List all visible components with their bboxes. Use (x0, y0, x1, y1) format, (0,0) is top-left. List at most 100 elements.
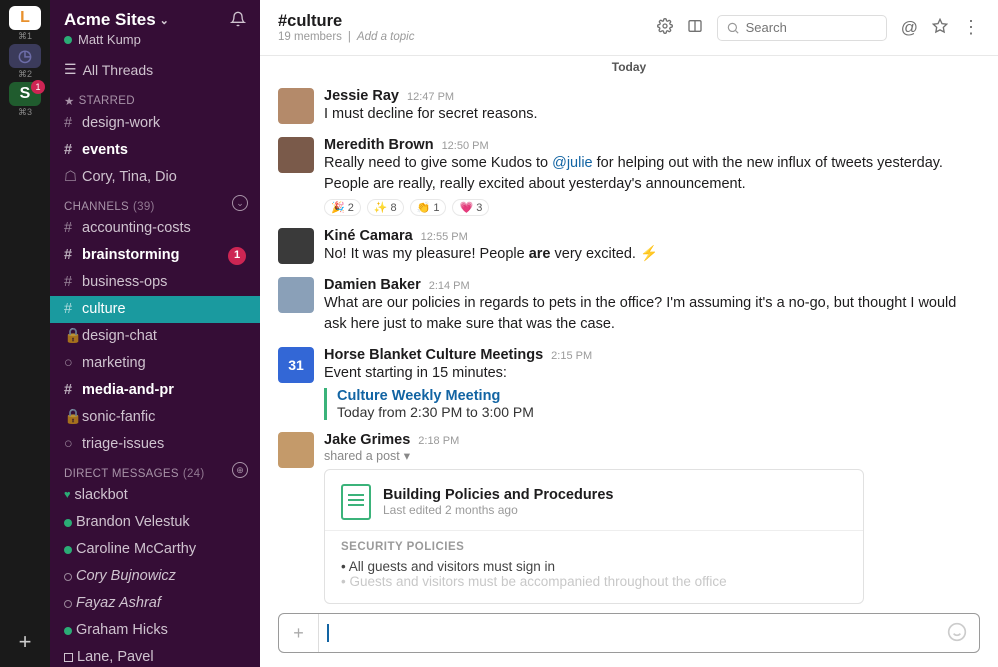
reactions: 🎉2 ✨8 👏1 💗3 (324, 199, 980, 216)
dm-item[interactable]: Graham Hicks (50, 617, 260, 644)
presence-indicator (64, 627, 72, 635)
channel-prefix-icon: # (64, 380, 78, 401)
message[interactable]: Meredith Brown12:50 PMReally need to giv… (278, 131, 980, 222)
starred-item[interactable]: #design-work (50, 110, 260, 137)
dm-item[interactable]: Caroline McCarthy (50, 536, 260, 563)
channel-item[interactable]: #culture (50, 296, 260, 323)
dm-item[interactable]: Fayaz Ashraf (50, 590, 260, 617)
add-topic[interactable]: Add a topic (357, 31, 415, 43)
timestamp: 2:18 PM (418, 435, 459, 447)
search-input[interactable] (746, 20, 878, 35)
reaction[interactable]: ✨8 (367, 199, 404, 216)
text-cursor (327, 624, 329, 642)
workspace-tile[interactable]: ◷⌘2 (7, 44, 43, 80)
starred-item[interactable]: ☖Cory, Tina, Dio (50, 164, 260, 191)
starred-item[interactable]: #events (50, 137, 260, 164)
message-text: I must decline for secret reasons. (324, 104, 980, 125)
calendar-icon: 31 (278, 347, 314, 383)
star-icon[interactable] (932, 18, 948, 37)
author-name[interactable]: Meredith Brown (324, 137, 434, 153)
message-list: Jessie Ray12:47 PMI must decline for sec… (260, 78, 998, 605)
post-attachment[interactable]: Building Policies and Procedures Last ed… (324, 469, 864, 604)
author-name[interactable]: Jake Grimes (324, 432, 410, 448)
message-composer[interactable]: + (278, 613, 980, 653)
workspace-tile[interactable]: S⌘31 (7, 82, 43, 118)
search-box[interactable] (717, 15, 887, 41)
attach-button[interactable]: + (279, 614, 319, 652)
event-attachment[interactable]: Culture Weekly Meeting Today from 2:30 P… (324, 388, 980, 420)
author-name[interactable]: Damien Baker (324, 277, 421, 293)
reaction[interactable]: 🎉2 (324, 199, 361, 216)
event-title: Culture Weekly Meeting (337, 388, 980, 404)
channel-prefix-icon: # (64, 113, 78, 134)
reaction[interactable]: 💗3 (452, 199, 489, 216)
channel-header: #culture 19 members | Add a topic @ ⋮ (260, 0, 998, 56)
mentions-icon[interactable]: @ (901, 18, 918, 38)
channel-item[interactable]: #business-ops (50, 269, 260, 296)
dm-item[interactable]: Lane, Pavel (50, 644, 260, 667)
add-workspace-button[interactable]: + (19, 629, 32, 655)
message[interactable]: Damien Baker2:14 PMWhat are our policies… (278, 271, 980, 341)
main-panel: #culture 19 members | Add a topic @ ⋮ To… (260, 0, 998, 667)
post-edited: Last edited 2 months ago (383, 503, 613, 517)
toggle-pane-icon[interactable] (687, 18, 703, 37)
avatar[interactable] (278, 432, 314, 468)
message-text: Really need to give some Kudos to @julie… (324, 153, 980, 195)
channel-item[interactable]: 🔒sonic-fanfic (50, 404, 260, 431)
message-text: What are our policies in regards to pets… (324, 293, 980, 335)
dm-item[interactable]: ♥slackbot (50, 482, 260, 509)
channel-item[interactable]: #brainstorming1 (50, 242, 260, 269)
reaction[interactable]: 👏1 (410, 199, 447, 216)
event-lead: Event starting in 15 minutes: (324, 363, 980, 384)
channel-item[interactable]: #media-and-pr (50, 377, 260, 404)
message[interactable]: Kiné Camara12:55 PMNo! It was my pleasur… (278, 222, 980, 271)
channel-item[interactable]: #accounting-costs (50, 215, 260, 242)
dm-item[interactable]: Cory Bujnowicz (50, 563, 260, 590)
user-mention[interactable]: @julie (552, 155, 593, 171)
workspace-tile[interactable]: L⌘1 (7, 6, 43, 42)
message[interactable]: Jake Grimes2:18 PMshared a post ▾ Buildi… (278, 426, 980, 605)
current-user[interactable]: Matt Kump (64, 32, 246, 47)
avatar[interactable] (278, 88, 314, 124)
workspace-switcher[interactable]: Acme Sites ⌄ (64, 10, 169, 30)
sidebar: Acme Sites ⌄ Matt Kump ☰ All Threads ★ S… (50, 0, 260, 667)
chevron-down-icon[interactable]: ▾ (404, 448, 410, 463)
member-count[interactable]: 19 members (278, 31, 342, 43)
channel-item[interactable]: 🔒design-chat (50, 323, 260, 350)
section-starred[interactable]: ★ STARRED (50, 84, 260, 110)
timestamp: 2:15 PM (551, 350, 592, 362)
message-text: No! It was my pleasure! People are very … (324, 244, 980, 265)
search-icon (726, 20, 740, 36)
message[interactable]: Jessie Ray12:47 PMI must decline for sec… (278, 82, 980, 131)
add-channel-icon[interactable]: ⌄ (232, 195, 248, 211)
channel-name[interactable]: #culture (278, 12, 645, 31)
presence-indicator (64, 600, 72, 608)
channel-item[interactable]: ○marketing (50, 350, 260, 377)
avatar[interactable] (278, 137, 314, 173)
add-dm-icon[interactable]: ⊕ (232, 462, 248, 478)
avatar[interactable] (278, 277, 314, 313)
star-icon: ★ (64, 94, 75, 108)
author-name[interactable]: Jessie Ray (324, 88, 399, 104)
section-channels[interactable]: CHANNELS (39) (50, 191, 169, 215)
item-label: design-chat (82, 326, 157, 347)
all-threads[interactable]: ☰ All Threads (50, 55, 260, 84)
item-label: Lane, Pavel (77, 647, 154, 667)
channel-item[interactable]: ○triage-issues (50, 431, 260, 458)
section-dms[interactable]: DIRECT MESSAGES (24) (50, 458, 219, 482)
message[interactable]: 31Horse Blanket Culture Meetings2:15 PM … (278, 341, 980, 426)
item-label: Cory, Tina, Dio (82, 167, 177, 188)
channel-prefix-icon: 🔒 (64, 407, 78, 428)
bell-icon[interactable] (230, 11, 246, 30)
dm-item[interactable]: Brandon Velestuk (50, 509, 260, 536)
gear-icon[interactable] (657, 18, 673, 37)
item-label: events (82, 140, 128, 161)
chevron-down-icon: ⌄ (160, 14, 169, 27)
presence-indicator (64, 36, 72, 44)
author-name[interactable]: Kiné Camara (324, 228, 413, 244)
item-label: Brandon Velestuk (76, 512, 190, 533)
more-icon[interactable]: ⋮ (962, 17, 980, 38)
emoji-icon[interactable] (947, 622, 967, 645)
avatar[interactable] (278, 228, 314, 264)
presence-indicator (64, 519, 72, 527)
